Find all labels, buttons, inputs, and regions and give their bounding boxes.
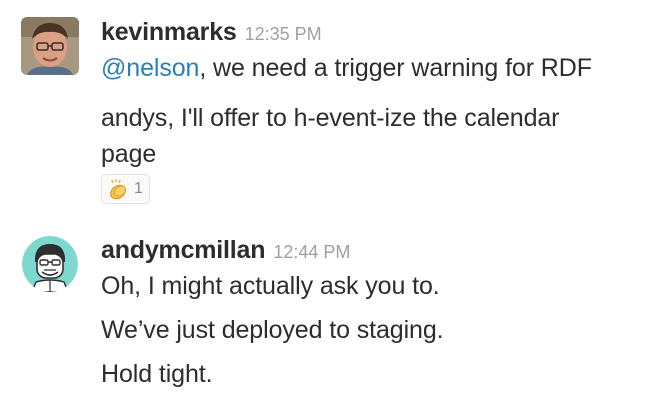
- message-content: kevinmarks 12:35 PM @nelson, we need a tr…: [101, 14, 641, 205]
- message-text: We’ve just deployed to staging.: [101, 316, 444, 344]
- timestamp[interactable]: 12:44 PM: [273, 242, 350, 262]
- message-header: andymcmillan 12:44 PM: [101, 232, 641, 268]
- reaction-button[interactable]: 1: [101, 174, 150, 204]
- username[interactable]: kevinmarks: [101, 18, 237, 46]
- message-text-body: , we need a trigger warning for RDF: [199, 54, 592, 82]
- message-text: Hold tight.: [101, 360, 213, 388]
- mention-link[interactable]: @nelson: [101, 54, 199, 82]
- message-content: andymcmillan 12:44 PM Oh, I might actuall…: [101, 232, 641, 400]
- message-header: kevinmarks 12:35 PM: [101, 14, 641, 50]
- clapping-hands-icon: [110, 179, 126, 200]
- avatar[interactable]: [21, 17, 79, 75]
- username[interactable]: andymcmillan: [101, 236, 266, 264]
- message-text: andys, I'll offer to h-event-ize the cal…: [101, 104, 560, 168]
- reaction-count: 1: [134, 180, 143, 197]
- illustrated-face-icon: [22, 236, 78, 292]
- message-text: Oh, I might actually ask you to.: [101, 272, 440, 300]
- timestamp[interactable]: 12:35 PM: [245, 24, 322, 44]
- user-photo-icon: [21, 17, 79, 75]
- avatar[interactable]: [22, 236, 78, 292]
- message-text: @nelson, we need a trigger warning for R…: [101, 50, 641, 86]
